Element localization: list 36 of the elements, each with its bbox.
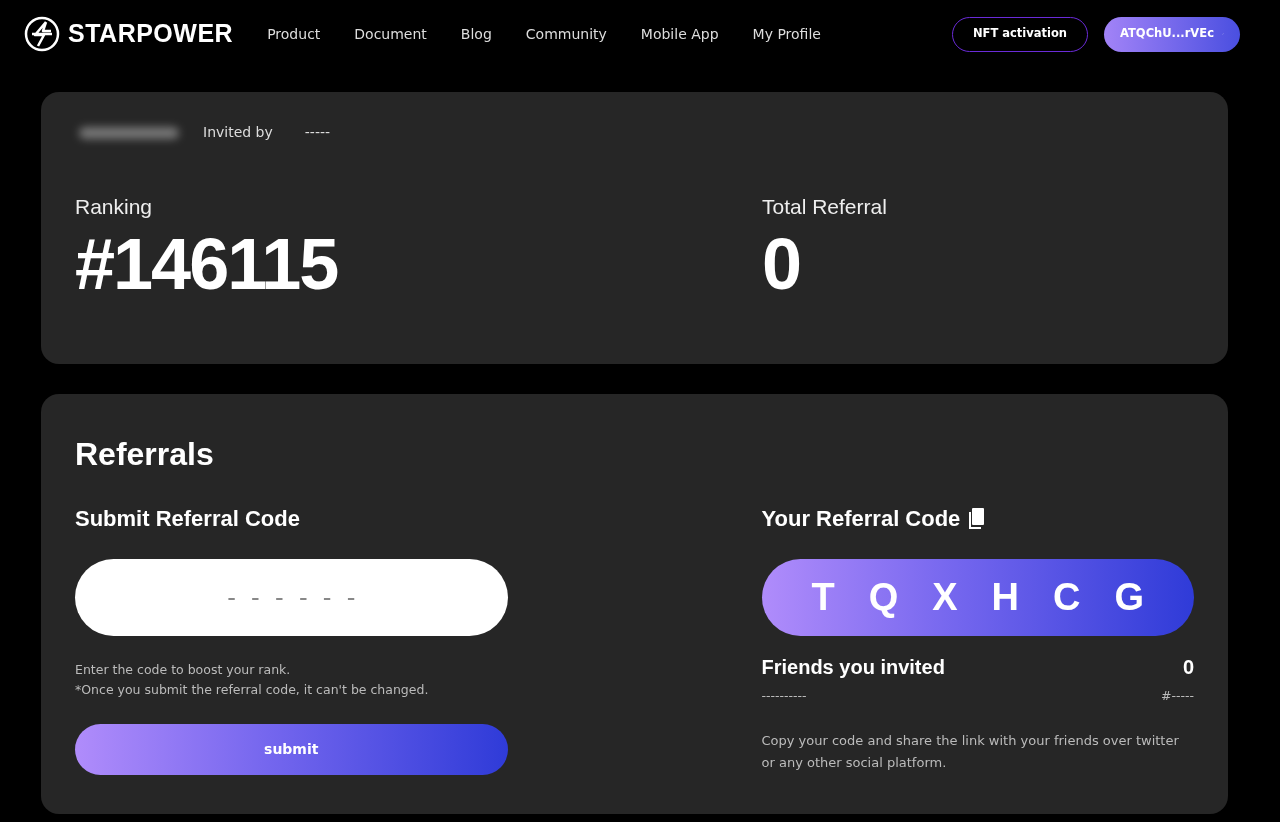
nav-link[interactable]: Blog [460,23,492,45]
hint-text: Enter the code to boost your rank. [75,661,292,679]
subsection-title: Your Referral Code [761,505,961,533]
code-character: H [991,575,1019,620]
brand-name[interactable]: STARPOWER [68,15,234,53]
friend-name: ---------- [761,687,807,705]
friends-label: Friends you invited [761,655,945,680]
inviter-value: ----- [304,123,331,142]
hint-text: *Once you submit the referral code, it can't be changed. [75,681,430,699]
share-note: Copy your code and share the link with your friends over twitter or any other social platform. [761,732,1180,772]
code-character: G [1114,575,1144,620]
copy-button[interactable] [968,506,985,531]
stat-value: 0 [762,226,802,303]
nav-link[interactable]: Mobile App [640,23,719,45]
nft-activation-button[interactable]: NFT activation [952,16,1088,52]
stat-label: Ranking [75,194,154,220]
referral-code-field[interactable]: - - - - - - [75,559,508,636]
copy-icon [968,508,985,530]
subsection-title: Submit Referral Code [75,505,301,533]
submit-button[interactable]: submit [75,724,508,775]
section-title: Referrals [75,435,215,474]
nav-link[interactable]: My Profile [752,23,821,45]
code-character: T [811,575,835,620]
nav-link[interactable]: Community [525,23,607,45]
friends-count: 0 [1182,655,1194,680]
code-character: X [932,575,958,620]
invited-by-label: Invited by [203,123,273,142]
code-character: Q [868,575,899,620]
stat-value: #146115 [75,226,339,303]
lightning-bolt-logo-icon [24,16,60,52]
stat-label: Total Referral [762,194,887,220]
friend-rank: #----- [1160,687,1194,705]
code-character: C [1052,575,1081,620]
nav-link[interactable]: Product [267,23,321,45]
wallet-button[interactable]: ATQChU...rVEc [1104,16,1240,52]
nav-link[interactable]: Document [354,23,427,45]
